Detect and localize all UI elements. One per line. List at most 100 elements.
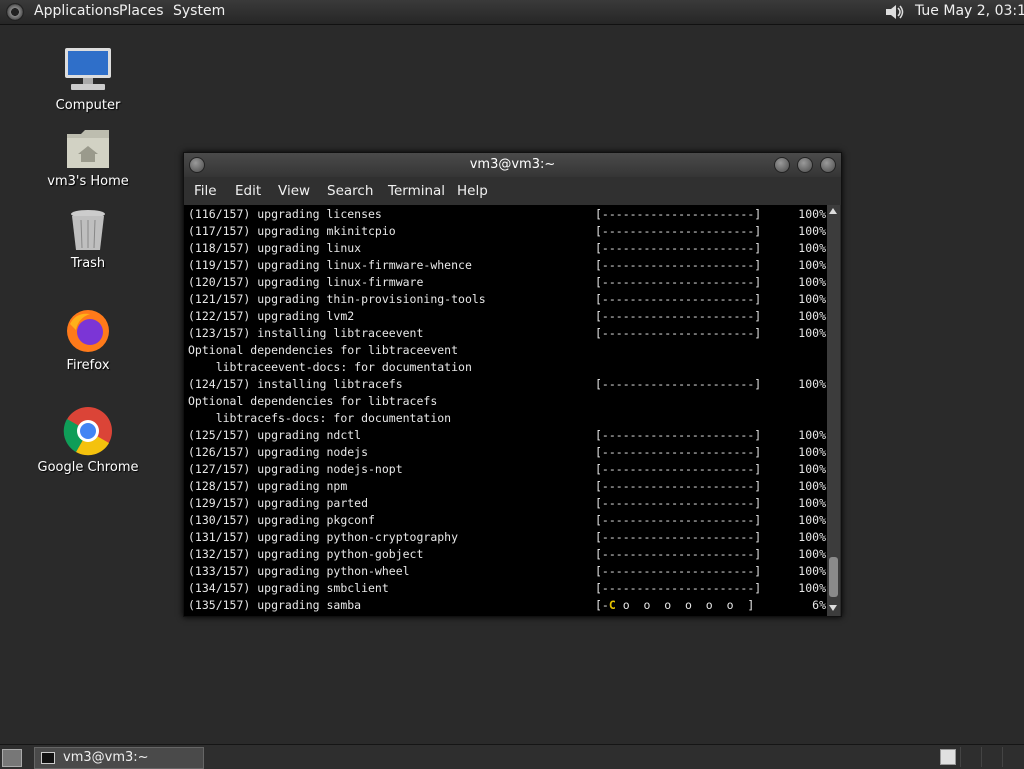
desktop-icon-label: vm3's Home xyxy=(47,174,129,189)
show-desktop-icon[interactable] xyxy=(2,749,22,767)
progress-percent: 100% xyxy=(798,377,826,391)
progress-percent: 100% xyxy=(798,479,826,493)
progress-percent: 100% xyxy=(798,258,826,272)
window-title: vm3@vm3:~ xyxy=(469,157,556,172)
chrome-icon xyxy=(63,407,112,456)
terminal-line: (132/157) upgrading python-gobject xyxy=(188,547,424,561)
terminal-line: (125/157) upgrading ndctl xyxy=(188,428,362,442)
progress-percent: 100% xyxy=(798,428,826,442)
distro-logo-icon[interactable] xyxy=(6,3,24,21)
desktop-icon-label: Trash xyxy=(70,256,106,271)
terminal-line: (116/157) upgrading licenses xyxy=(188,207,382,221)
progress-percent: 100% xyxy=(798,326,826,340)
progress-percent: 100% xyxy=(798,462,826,476)
clock[interactable]: Tue May 2, 03:12 xyxy=(915,3,1024,19)
terminal-line: (133/157) upgrading python-wheel xyxy=(188,564,410,578)
progress-bar: [----------------------] xyxy=(595,241,762,255)
workspace-3[interactable] xyxy=(981,747,1002,767)
taskbar-window-label: vm3@vm3:~ xyxy=(63,750,149,765)
desktop-icon-label: Google Chrome xyxy=(37,460,139,475)
progress-percent: 100% xyxy=(798,547,826,561)
progress-bar: [----------------------] xyxy=(595,258,762,272)
desktop-icon-trash[interactable]: Trash xyxy=(28,208,148,271)
progress-bar: [----------------------] xyxy=(595,309,762,323)
terminal-window[interactable]: vm3@vm3:~ File Edit View Search Terminal… xyxy=(183,152,842,617)
progress-percent: 100% xyxy=(798,581,826,595)
terminal-line: (126/157) upgrading nodejs xyxy=(188,445,369,459)
terminal-line: (117/157) upgrading mkinitcpio xyxy=(188,224,396,238)
progress-percent: 100% xyxy=(798,445,826,459)
workspace-1[interactable] xyxy=(940,749,956,765)
terminal-line: (120/157) upgrading linux-firmware xyxy=(188,275,424,289)
minimize-button[interactable] xyxy=(774,157,790,173)
terminal-line: (127/157) upgrading nodejs-nopt xyxy=(188,462,403,476)
pacman-icon: C xyxy=(608,598,616,612)
progress-bar: [----------------------] xyxy=(595,581,762,595)
progress-percent: 100% xyxy=(798,224,826,238)
scroll-down-icon[interactable] xyxy=(829,605,837,611)
menu-edit[interactable]: Edit xyxy=(235,183,261,199)
progress-percent: 100% xyxy=(798,292,826,306)
progress-bar: [----------------------] xyxy=(595,445,762,459)
workspace-2[interactable] xyxy=(960,747,981,767)
desktop-icon-label: Computer xyxy=(55,98,121,113)
terminal-menubar: File Edit View Search Terminal Help xyxy=(184,177,841,205)
desktop-icon-computer[interactable]: Computer xyxy=(28,46,148,113)
terminal-line: (129/157) upgrading parted xyxy=(188,496,369,510)
volume-icon[interactable] xyxy=(884,3,906,21)
desktop-icon-firefox[interactable]: Firefox xyxy=(28,308,148,373)
progress-bar: [----------------------] xyxy=(595,530,762,544)
progress-percent: 100% xyxy=(798,496,826,510)
progress-bar: [----------------------] xyxy=(595,462,762,476)
desktop-icon-chrome[interactable]: Google Chrome xyxy=(28,406,148,475)
progress-percent-current: 6% xyxy=(812,598,826,612)
places-menu[interactable]: Places xyxy=(119,3,164,19)
terminal-scrollbar[interactable] xyxy=(827,205,840,616)
terminal-line: libtracefs-docs: for documentation xyxy=(188,411,452,425)
progress-bar: [----------------------] xyxy=(595,292,762,306)
progress-bar-current: [-C o o o o o o ] xyxy=(595,597,754,614)
progress-bar: [----------------------] xyxy=(595,275,762,289)
progress-percent: 100% xyxy=(798,530,826,544)
menu-view[interactable]: View xyxy=(278,183,310,199)
taskbar-window-button[interactable]: vm3@vm3:~ xyxy=(34,747,204,769)
computer-icon xyxy=(65,48,111,90)
maximize-button[interactable] xyxy=(797,157,813,173)
terminal-icon xyxy=(41,752,55,764)
progress-bar: [----------------------] xyxy=(595,496,762,510)
system-menu[interactable]: System xyxy=(173,3,225,19)
progress-bar: [----------------------] xyxy=(595,428,762,442)
progress-bar: [----------------------] xyxy=(595,326,762,340)
terminal-line: (131/157) upgrading python-cryptography xyxy=(188,530,459,544)
close-button[interactable] xyxy=(820,157,836,173)
scroll-up-icon[interactable] xyxy=(829,208,837,214)
desktop-icon-label: Firefox xyxy=(66,358,110,373)
progress-bar: [----------------------] xyxy=(595,479,762,493)
terminal-line: (130/157) upgrading pkgconf xyxy=(188,513,375,527)
progress-bar: [----------------------] xyxy=(595,547,762,561)
terminal-line: (121/157) upgrading thin-provisioning-to… xyxy=(188,292,486,306)
scroll-thumb[interactable] xyxy=(829,557,838,597)
menu-search[interactable]: Search xyxy=(327,183,373,199)
menu-terminal[interactable]: Terminal xyxy=(388,183,445,199)
progress-percent: 100% xyxy=(798,241,826,255)
progress-bar-open: [- xyxy=(595,598,609,612)
trash-icon xyxy=(71,210,105,250)
progress-bar: [----------------------] xyxy=(595,207,762,221)
menu-file[interactable]: File xyxy=(194,183,217,199)
terminal-line: Optional dependencies for libtracefs xyxy=(188,394,438,408)
bottom-panel: vm3@vm3:~ xyxy=(0,744,1024,769)
terminal-output[interactable]: (116/157) upgrading licenses [-----------… xyxy=(184,205,827,616)
menu-help[interactable]: Help xyxy=(457,183,488,199)
progress-bar: [----------------------] xyxy=(595,513,762,527)
window-titlebar[interactable]: vm3@vm3:~ xyxy=(184,153,841,177)
applications-menu[interactable]: Applications xyxy=(34,3,120,19)
home-folder-icon xyxy=(67,130,109,168)
terminal-line-current: (135/157) upgrading samba xyxy=(188,598,362,612)
terminal-line: (119/157) upgrading linux-firmware-whenc… xyxy=(188,258,472,272)
workspace-4[interactable] xyxy=(1002,747,1023,767)
progress-bar: [----------------------] xyxy=(595,224,762,238)
firefox-icon xyxy=(67,310,109,352)
desktop-icon-home[interactable]: vm3's Home xyxy=(28,128,148,189)
progress-bar-rest: o o o o o o ] xyxy=(615,598,755,612)
